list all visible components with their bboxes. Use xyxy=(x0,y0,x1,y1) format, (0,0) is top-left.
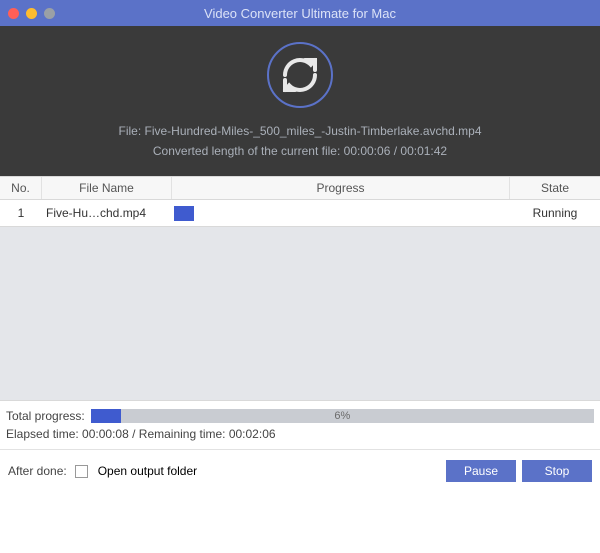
row-progress-cell xyxy=(172,206,510,221)
total-progress-label: Total progress: xyxy=(6,409,85,423)
converting-icon xyxy=(267,42,333,108)
total-progress-row: Total progress: 6% xyxy=(0,400,600,427)
row-no: 1 xyxy=(0,206,42,220)
table-row[interactable]: 1 Five-Hu…chd.mp4 Running xyxy=(0,200,600,226)
empty-list-area xyxy=(0,226,600,400)
row-state: Running xyxy=(510,206,600,220)
total-progress-bar: 6% xyxy=(91,409,594,423)
time-line: Elapsed time: 00:00:08 / Remaining time:… xyxy=(0,427,600,450)
converted-length-line: Converted length of the current file: 00… xyxy=(0,144,600,158)
elapsed-value: 00:00:08 xyxy=(82,427,129,441)
col-header-progress: Progress xyxy=(172,177,510,199)
open-output-checkbox[interactable] xyxy=(75,465,88,478)
row-filename: Five-Hu…chd.mp4 xyxy=(42,206,172,220)
converted-total: 00:01:42 xyxy=(400,144,447,158)
file-prefix: File: xyxy=(118,124,144,138)
converted-current: 00:00:06 xyxy=(344,144,391,158)
titlebar: Video Converter Ultimate for Mac xyxy=(0,0,600,26)
current-file-line: File: Five-Hundred-Miles-_500_miles_-Jus… xyxy=(0,124,600,138)
table-header: No. File Name Progress State xyxy=(0,176,600,200)
elapsed-label: Elapsed time: xyxy=(6,427,82,441)
remaining-label: Remaining time: xyxy=(139,427,229,441)
window-controls xyxy=(8,8,55,19)
col-header-state: State xyxy=(510,177,600,199)
conversion-header: File: Five-Hundred-Miles-_500_miles_-Jus… xyxy=(0,26,600,176)
col-header-no: No. xyxy=(0,177,42,199)
window-title: Video Converter Ultimate for Mac xyxy=(204,6,396,21)
converted-prefix: Converted length of the current file: xyxy=(153,144,344,158)
col-header-filename: File Name xyxy=(42,177,172,199)
total-progress-pct: 6% xyxy=(334,410,350,422)
remaining-value: 00:02:06 xyxy=(229,427,276,441)
file-name: Five-Hundred-Miles-_500_miles_-Justin-Ti… xyxy=(145,124,482,138)
row-progress-bar xyxy=(174,206,194,221)
converted-sep: / xyxy=(390,144,400,158)
minimize-icon[interactable] xyxy=(26,8,37,19)
bottom-bar: After done: Open output folder Pause Sto… xyxy=(0,450,600,492)
pause-button[interactable]: Pause xyxy=(446,460,516,482)
maximize-icon xyxy=(44,8,55,19)
close-icon[interactable] xyxy=(8,8,19,19)
open-output-label: Open output folder xyxy=(98,464,197,478)
stop-button[interactable]: Stop xyxy=(522,460,592,482)
after-done-label: After done: xyxy=(8,464,67,478)
time-sep: / xyxy=(129,427,139,441)
total-progress-fill xyxy=(91,409,121,423)
